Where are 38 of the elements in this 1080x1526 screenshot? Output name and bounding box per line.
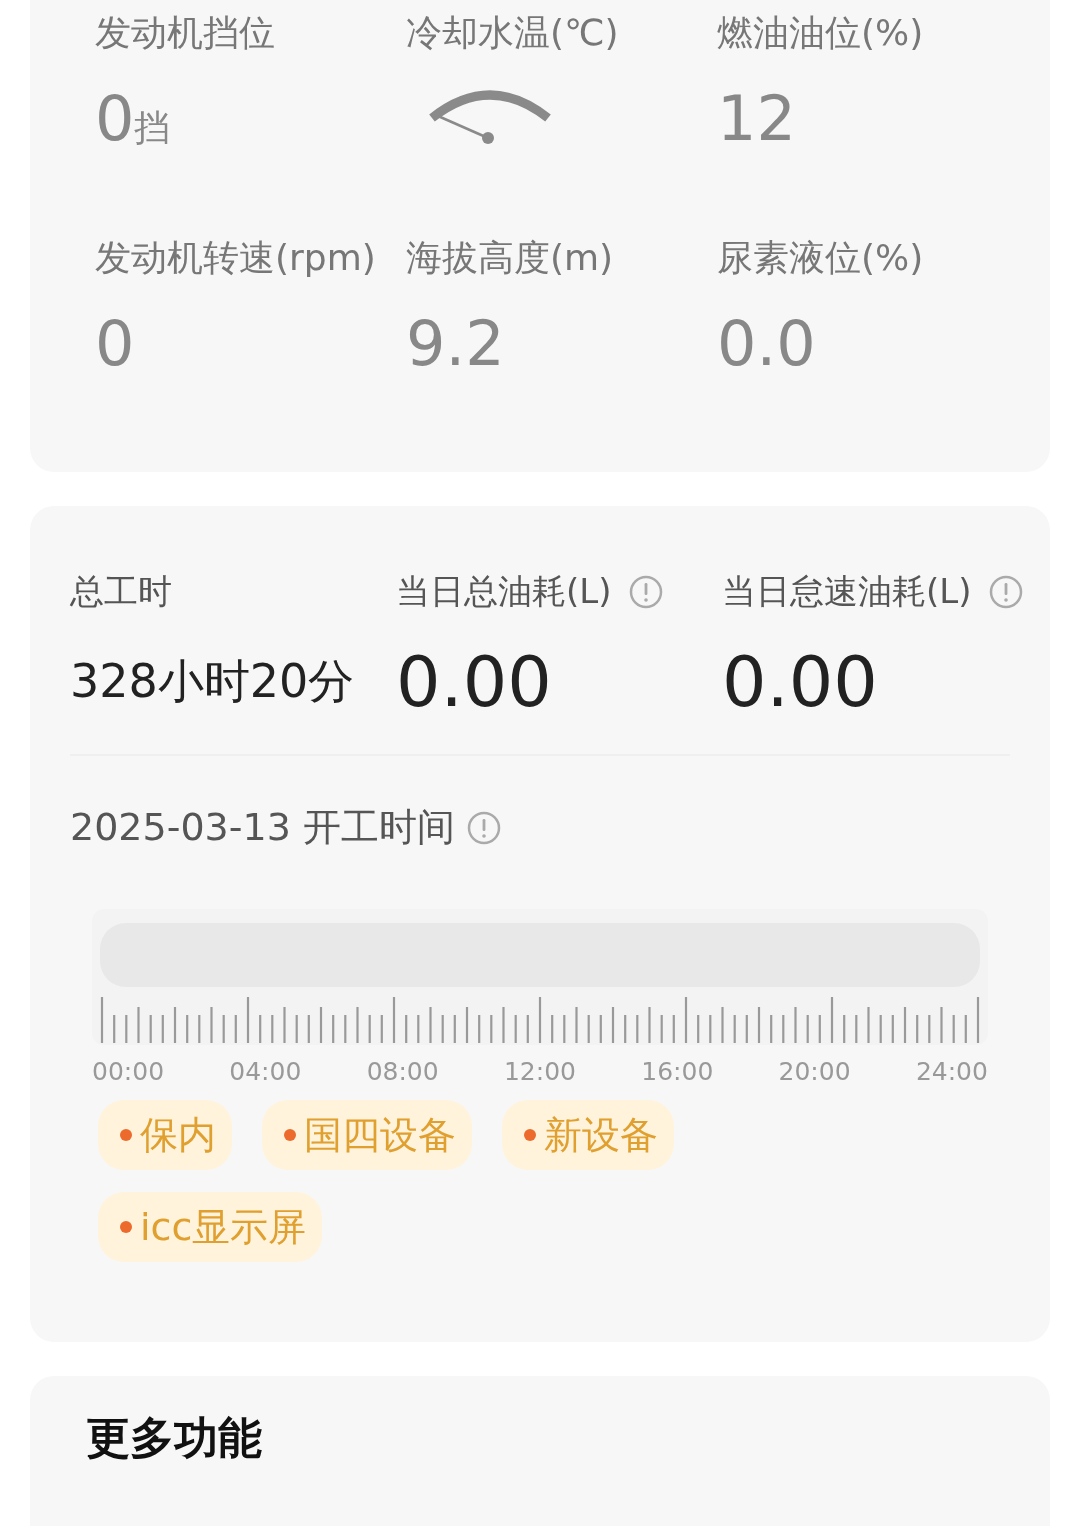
metric-label: 发动机转速(rpm) [95,236,377,280]
stat-value: 0.00 [722,641,878,723]
metric-value: 9.2 [406,309,505,379]
metric-label: 海拔高度(m) [406,236,615,280]
time-label: 24:00 [915,1057,988,1086]
metric-value: 12 [717,84,796,154]
section-title: 更多功能 [86,1411,263,1465]
tag: 保内 [98,1100,232,1170]
stat-label: 总工时 [70,570,172,613]
time-label: 00:00 [92,1057,165,1086]
metric-value: 0 [95,84,135,154]
metric-label: 燃油油位(%) [717,11,925,55]
tag: 新设备 [502,1100,674,1170]
stat-value: 0.00 [396,641,552,723]
tag: 国四设备 [262,1100,472,1170]
time-label: 16:00 [641,1057,714,1086]
section-title: 2025-03-13 开工时间 [70,804,455,851]
metric-value: 0.0 [717,309,816,379]
dot-icon [120,1129,132,1141]
metric-label: 冷却水温(℃) [406,11,620,55]
metric-label: 尿素液位(%) [717,236,925,280]
dot-icon [524,1129,536,1141]
metric-label: 发动机挡位 [95,11,276,55]
time-label: 04:00 [229,1057,302,1086]
time-label: 20:00 [778,1057,851,1086]
time-label: 08:00 [366,1057,439,1086]
stat-label: 当日怠速油耗(L) [722,570,972,613]
stat-value: 328小时20分 [70,653,355,710]
stat-label: 当日总油耗(L) [396,570,612,613]
time-label: 12:00 [503,1057,576,1086]
unit-label: 挡 [134,107,171,150]
info-icon[interactable] [989,575,1024,609]
info-icon[interactable] [629,575,664,609]
tag: icc显示屏 [98,1192,323,1262]
dot-icon [284,1129,296,1141]
metric-value: 0 [95,309,135,379]
info-icon[interactable] [466,810,501,845]
dot-icon [120,1221,132,1233]
